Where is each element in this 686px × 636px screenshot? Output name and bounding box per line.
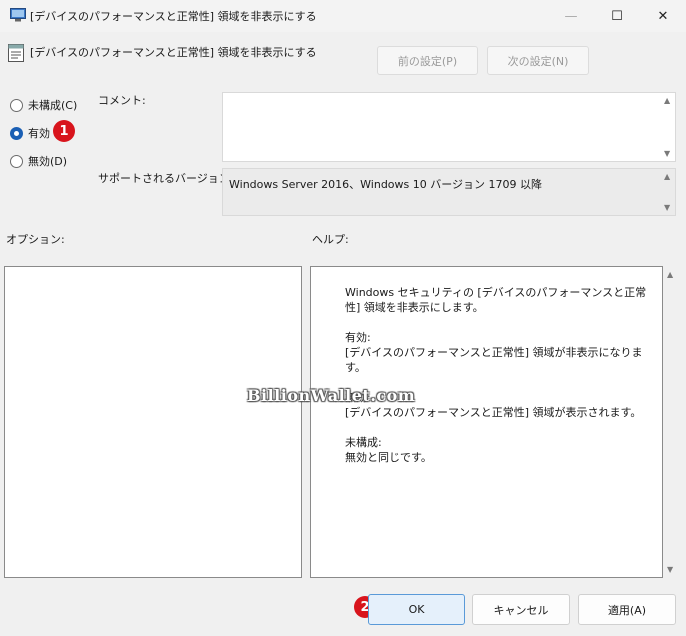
supported-on-value: Windows Server 2016、Windows 10 バージョン 170… xyxy=(229,178,543,191)
policy-window-icon xyxy=(10,8,26,22)
step-badge-1: 1 xyxy=(53,120,75,142)
radio-label: 未構成(C) xyxy=(28,99,78,112)
radio-not-configured[interactable]: 未構成(C) xyxy=(10,97,77,113)
apply-button[interactable]: 適用(A) xyxy=(578,594,676,625)
comment-textarea[interactable] xyxy=(222,92,676,162)
radio-label: 無効(D) xyxy=(28,155,68,168)
scroll-up-arrow-icon[interactable]: ▲ xyxy=(664,172,670,181)
previous-setting-button[interactable]: 前の設定(P) xyxy=(377,46,478,75)
radio-enabled[interactable]: 有効 xyxy=(10,125,50,141)
cancel-button[interactable]: キャンセル xyxy=(472,594,570,625)
scroll-down-arrow-icon[interactable]: ▼ xyxy=(664,149,670,158)
window-title: [デバイスのパフォーマンスと正常性] 領域を非表示にする xyxy=(30,10,317,23)
help-intro: Windows セキュリティの [デバイスのパフォーマンスと正常性] 領域を非表… xyxy=(317,285,654,315)
policy-title: [デバイスのパフォーマンスと正常性] 領域を非表示にする xyxy=(30,46,317,59)
watermark: BillionWallet.com xyxy=(247,386,416,405)
help-scrollbar[interactable]: ▲ ▼ xyxy=(663,266,681,578)
radio-disabled[interactable]: 無効(D) xyxy=(10,153,67,169)
close-button[interactable]: ✕ xyxy=(640,0,686,32)
options-label: オプション: xyxy=(6,233,65,246)
help-disabled-text: [デバイスのパフォーマンスと正常性] 領域が表示されます。 xyxy=(345,406,642,419)
help-unconf-title: 未構成: xyxy=(345,436,382,449)
help-enabled-title: 有効: xyxy=(345,331,371,344)
help-enabled-text: [デバイスのパフォーマンスと正常性] 領域が非表示になります。 xyxy=(345,346,643,374)
help-pane: Windows セキュリティの [デバイスのパフォーマンスと正常性] 領域を非表… xyxy=(310,266,663,578)
maximize-button[interactable]: ☐ xyxy=(594,0,640,32)
radio-circle xyxy=(10,98,23,112)
scroll-up-arrow-icon[interactable]: ▲ xyxy=(664,96,670,105)
comment-scrollbar[interactable]: ▲ ▼ xyxy=(660,92,676,162)
supported-scrollbar[interactable]: ▲ ▼ xyxy=(660,168,676,216)
supported-on-box: Windows Server 2016、Windows 10 バージョン 170… xyxy=(222,168,676,216)
scroll-up-arrow-icon[interactable]: ▲ xyxy=(667,270,673,279)
scroll-down-arrow-icon[interactable]: ▼ xyxy=(667,565,673,574)
next-setting-button[interactable]: 次の設定(N) xyxy=(487,46,589,75)
scroll-down-arrow-icon[interactable]: ▼ xyxy=(664,203,670,212)
ok-button[interactable]: OK xyxy=(368,594,465,625)
help-intro-text: Windows セキュリティの [デバイスのパフォーマンスと正常性] 領域を非表… xyxy=(345,286,647,314)
help-label: ヘルプ: xyxy=(312,233,349,246)
policy-setting-icon xyxy=(8,44,24,62)
comment-label: コメント: xyxy=(98,94,146,107)
minimize-button[interactable]: — xyxy=(548,0,594,32)
radio-circle-selected xyxy=(10,126,23,140)
help-unconf-text: 無効と同じです。 xyxy=(345,451,432,464)
radio-label: 有効 xyxy=(28,127,50,140)
options-pane xyxy=(4,266,302,578)
radio-circle xyxy=(10,154,23,168)
supported-on-label: サポートされるバージョン: xyxy=(98,172,234,185)
